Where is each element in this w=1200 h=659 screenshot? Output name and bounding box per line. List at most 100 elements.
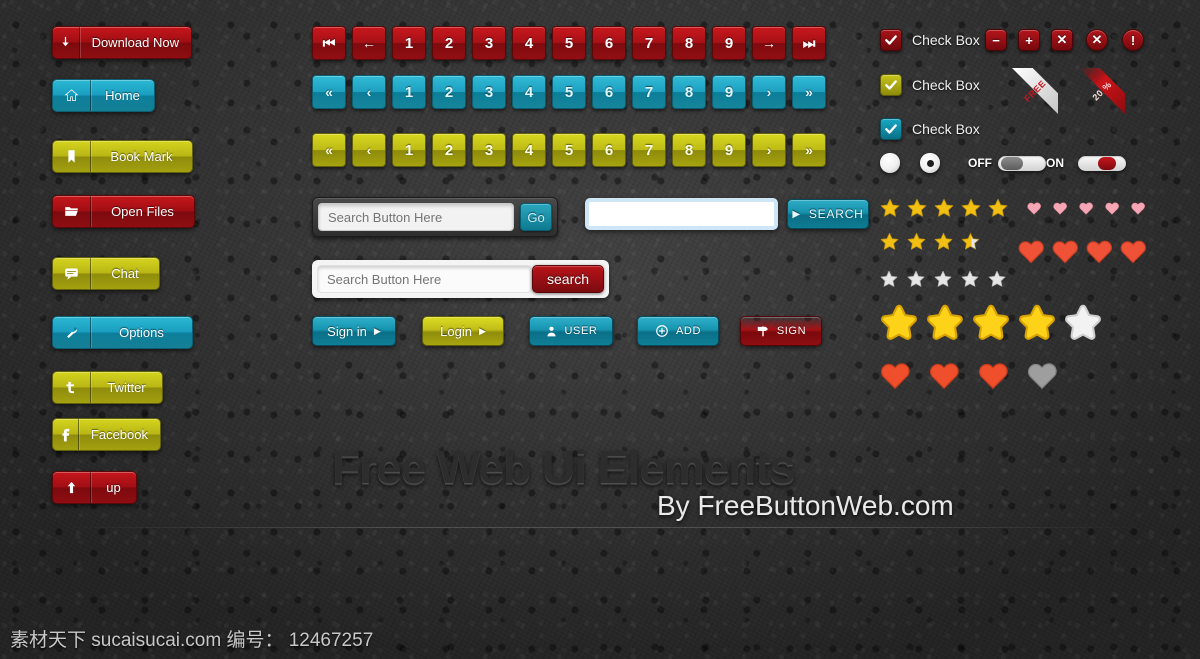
sidebar-item-home[interactable]: Home (52, 79, 155, 112)
heart-rating-pink-item-4-filled[interactable] (1104, 200, 1120, 221)
search-button-red[interactable]: search (532, 265, 605, 293)
cancel-button[interactable]: ✕ (1086, 29, 1108, 51)
heart-rating-bottom-item-3-filled[interactable] (976, 358, 1010, 397)
star-rating-empty-small-item-4-empty[interactable] (961, 270, 979, 293)
sidebar-item-facebook[interactable]: Facebook (52, 418, 161, 451)
pagination-red-last-page[interactable]: ⏭ (792, 26, 826, 60)
heart-rating-red-item-3-filled[interactable] (1084, 236, 1114, 271)
pagination-olive-page-3[interactable]: 3 (472, 133, 506, 167)
star-rating-empty-small-item-1-empty[interactable] (880, 270, 898, 293)
heart-rating-red-item-1-filled[interactable] (1016, 236, 1046, 271)
minus-button[interactable]: − (985, 29, 1007, 51)
star-rating-large-item-5-empty[interactable] (1062, 302, 1104, 349)
star-rating-large-item-4-filled[interactable] (1016, 302, 1058, 349)
close-button[interactable]: ✕ (1051, 29, 1073, 51)
pagination-olive-page-8[interactable]: 8 (672, 133, 706, 167)
search-input-blue[interactable] (585, 198, 778, 230)
radio-unselected[interactable] (880, 153, 900, 173)
checkbox-red[interactable] (880, 29, 902, 51)
heart-rating-pink-item-2-filled[interactable] (1052, 200, 1068, 221)
pagination-teal-prev-page[interactable]: ‹ (352, 75, 386, 109)
star-rating-large-item-1-filled[interactable] (878, 302, 920, 349)
login-button[interactable]: Login ▶ (422, 316, 504, 346)
star-rating-large-item-2-filled[interactable] (924, 302, 966, 349)
heart-rating-red[interactable] (1016, 236, 1148, 271)
pagination-teal-page-5[interactable]: 5 (552, 75, 586, 109)
user-button[interactable]: USER (529, 316, 613, 346)
sign-in-button[interactable]: Sign in ▶ (312, 316, 396, 346)
pagination-teal-first-page[interactable]: « (312, 75, 346, 109)
pagination-olive-page-7[interactable]: 7 (632, 133, 666, 167)
pagination-red-page-7[interactable]: 7 (632, 26, 666, 60)
radio-selected[interactable] (920, 153, 940, 173)
pagination-red-page-1[interactable]: 1 (392, 26, 426, 60)
star-rating-gold-small-item-3-filled[interactable] (934, 198, 954, 223)
pagination-red-next-page[interactable]: → (752, 26, 786, 60)
pagination-red-page-5[interactable]: 5 (552, 26, 586, 60)
heart-rating-bottom[interactable] (878, 358, 1059, 397)
checkbox-olive[interactable] (880, 74, 902, 96)
star-rating-partial-small-item-4-half[interactable] (961, 232, 980, 256)
star-rating-gold-small-item-4-filled[interactable] (961, 198, 981, 223)
pagination-olive-next-page[interactable]: › (752, 133, 786, 167)
heart-rating-bottom-item-1-filled[interactable] (878, 358, 912, 397)
heart-rating-red-item-2-filled[interactable] (1050, 236, 1080, 271)
heart-rating-pink[interactable] (1026, 200, 1146, 221)
pagination-olive-page-5[interactable]: 5 (552, 133, 586, 167)
pagination-red-page-9[interactable]: 9 (712, 26, 746, 60)
heart-rating-pink-item-5-filled[interactable] (1130, 200, 1146, 221)
star-rating-partial-small-item-1-filled[interactable] (880, 232, 899, 256)
pagination-teal-page-1[interactable]: 1 (392, 75, 426, 109)
pagination-red-first-page[interactable]: ⏮ (312, 26, 346, 60)
toggle-switch-on[interactable] (1078, 156, 1126, 171)
search-input-dark[interactable] (318, 203, 514, 231)
pagination-teal-page-6[interactable]: 6 (592, 75, 626, 109)
star-rating-partial-small-item-2-filled[interactable] (907, 232, 926, 256)
heart-rating-pink-item-1-filled[interactable] (1026, 200, 1042, 221)
pagination-teal-page-7[interactable]: 7 (632, 75, 666, 109)
pagination-teal-page-3[interactable]: 3 (472, 75, 506, 109)
sidebar-item-options[interactable]: Options (52, 316, 193, 349)
star-rating-gold-small[interactable] (880, 198, 1008, 223)
star-rating-empty-small-item-5-empty[interactable] (988, 270, 1006, 293)
pagination-teal-page-2[interactable]: 2 (432, 75, 466, 109)
star-rating-empty-small[interactable] (880, 270, 1006, 293)
checkbox-teal[interactable] (880, 118, 902, 140)
pagination-olive-prev-page[interactable]: ‹ (352, 133, 386, 167)
sidebar-item-book-mark[interactable]: Book Mark (52, 140, 193, 173)
sign-button[interactable]: SIGN (740, 316, 822, 346)
free-ribbon[interactable]: FREE (1012, 68, 1058, 114)
pagination-teal-page-9[interactable]: 9 (712, 75, 746, 109)
pagination-teal-next-page[interactable]: › (752, 75, 786, 109)
star-rating-partial-small-item-3-filled[interactable] (934, 232, 953, 256)
alert-button[interactable]: ! (1122, 29, 1144, 51)
pagination-teal-page-8[interactable]: 8 (672, 75, 706, 109)
pagination-red-page-8[interactable]: 8 (672, 26, 706, 60)
sidebar-item-open-files[interactable]: Open Files (52, 195, 195, 228)
pagination-olive-page-6[interactable]: 6 (592, 133, 626, 167)
sidebar-item-download-now[interactable]: Download Now (52, 26, 192, 59)
search-input-light[interactable] (317, 265, 532, 293)
pagination-olive-first-page[interactable]: « (312, 133, 346, 167)
pagination-red-page-3[interactable]: 3 (472, 26, 506, 60)
pagination-red-page-4[interactable]: 4 (512, 26, 546, 60)
sidebar-item-chat[interactable]: Chat (52, 257, 160, 290)
heart-rating-bottom-item-2-filled[interactable] (927, 358, 961, 397)
plus-button[interactable]: + (1018, 29, 1040, 51)
star-rating-gold-small-item-5-filled[interactable] (988, 198, 1008, 223)
star-rating-gold-small-item-1-filled[interactable] (880, 198, 900, 223)
heart-rating-red-item-4-filled[interactable] (1118, 236, 1148, 271)
star-rating-empty-small-item-3-empty[interactable] (934, 270, 952, 293)
heart-rating-pink-item-3-filled[interactable] (1078, 200, 1094, 221)
star-rating-empty-small-item-2-empty[interactable] (907, 270, 925, 293)
star-rating-large[interactable] (878, 302, 1104, 349)
pagination-olive-page-4[interactable]: 4 (512, 133, 546, 167)
pagination-teal-page-4[interactable]: 4 (512, 75, 546, 109)
pagination-red-prev-page[interactable]: ← (352, 26, 386, 60)
discount-ribbon[interactable]: 20 % (1079, 68, 1125, 114)
toggle-switch-off[interactable] (998, 156, 1046, 171)
pagination-olive-page-9[interactable]: 9 (712, 133, 746, 167)
pagination-olive-page-1[interactable]: 1 (392, 133, 426, 167)
pagination-teal-last-page[interactable]: » (792, 75, 826, 109)
sidebar-item-up[interactable]: up (52, 471, 137, 504)
